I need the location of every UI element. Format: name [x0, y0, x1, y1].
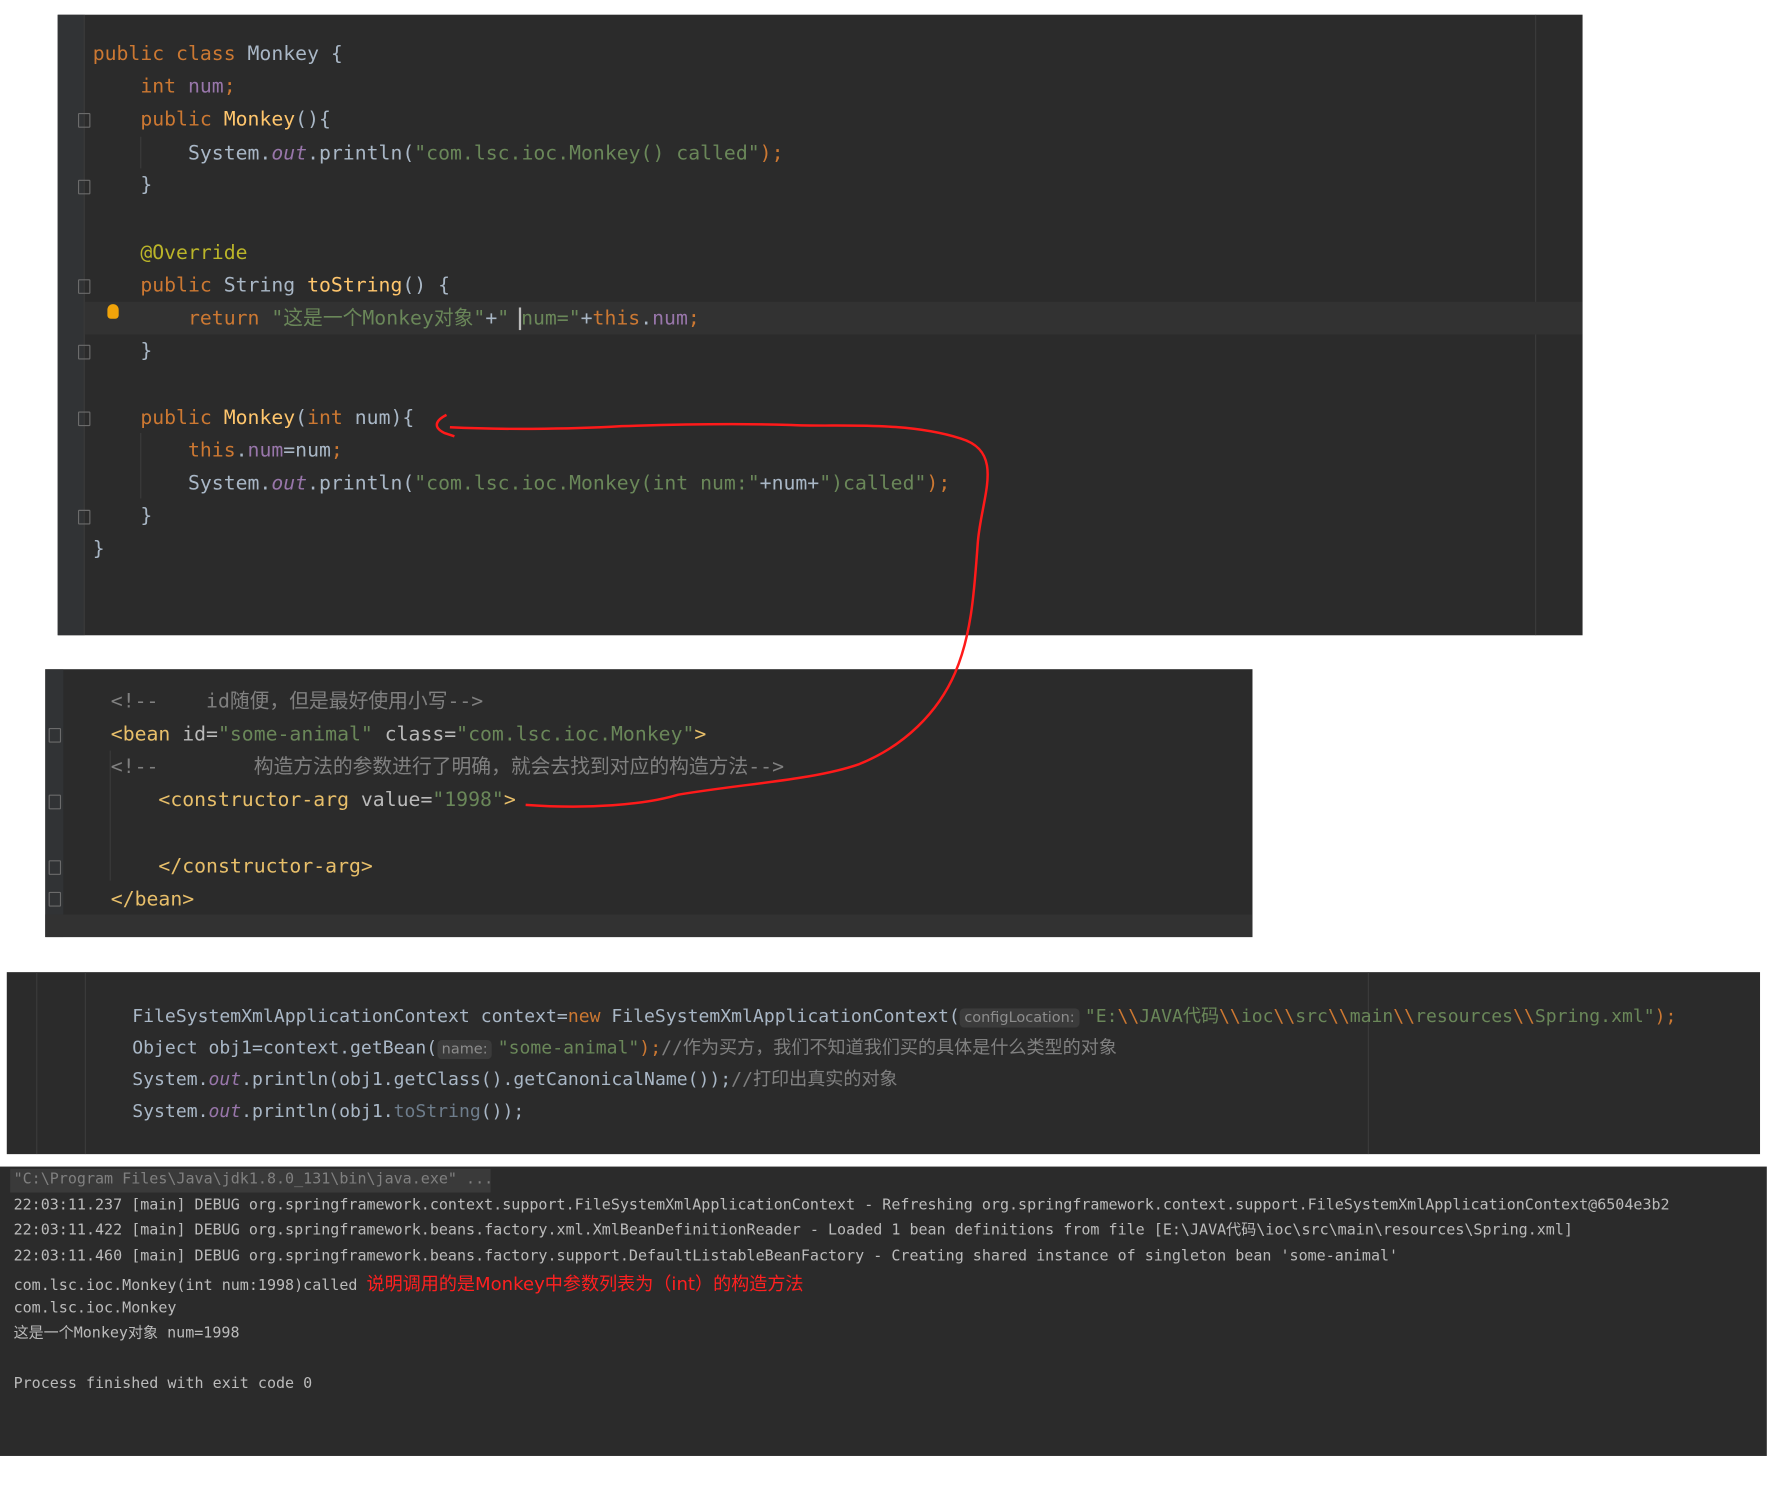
arrow-head — [435, 413, 455, 438]
screenshot-collage: public class Monkey { int num; public Mo… — [0, 0, 1769, 1488]
arrow-curve — [449, 422, 989, 808]
red-annotation-arrow — [435, 413, 989, 808]
